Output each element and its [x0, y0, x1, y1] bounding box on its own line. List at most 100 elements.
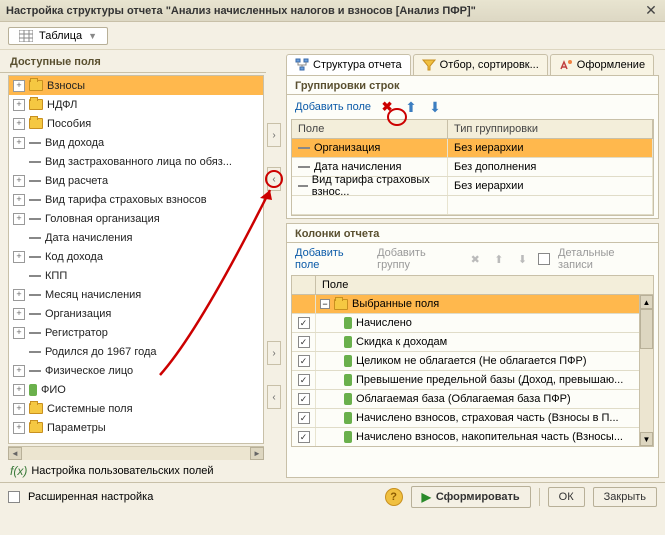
view-mode-button[interactable]: Таблица ▼ [8, 27, 108, 45]
table-row[interactable]: ✓Начислено взносов, накопительная часть … [292, 428, 653, 447]
structure-icon [295, 58, 309, 72]
expand-icon[interactable]: + [13, 194, 25, 206]
expand-icon[interactable]: + [13, 213, 25, 225]
table-row[interactable]: ✓Целиком не облагается (Не облагается ПФ… [292, 352, 653, 371]
help-icon[interactable]: ? [385, 488, 403, 506]
field-icon [298, 166, 310, 168]
column-label: Начислено взносов, страховая часть (Взно… [356, 412, 619, 424]
delete-column-icon[interactable]: ✖ [467, 251, 483, 267]
table-icon [19, 30, 33, 42]
column-checkbox[interactable]: ✓ [298, 317, 310, 329]
extended-settings-checkbox[interactable] [8, 491, 20, 503]
expand-icon[interactable]: + [13, 327, 25, 339]
field-icon [298, 185, 308, 187]
tree-item[interactable]: +Код дохода [9, 247, 263, 266]
tab[interactable]: Отбор, сортировк... [413, 54, 548, 75]
expand-icon[interactable]: + [13, 289, 25, 301]
expand-icon[interactable]: + [13, 175, 25, 187]
table-row[interactable]: ✓ Превышение предельной базы (Доход, прев… [292, 371, 653, 390]
scroll-thumb[interactable] [640, 309, 653, 349]
table-row[interactable]: ✓ Начислено взносов, страховая часть (Взн… [292, 409, 653, 428]
generate-label: Сформировать [436, 491, 520, 503]
tree-item[interactable]: +Вид дохода [9, 133, 263, 152]
scroll-down-icon[interactable]: ▼ [640, 432, 653, 446]
move-right-button[interactable]: › [267, 123, 281, 147]
collapse-icon[interactable]: − [320, 299, 330, 309]
expand-icon[interactable]: + [13, 80, 25, 92]
expand-icon[interactable]: + [13, 422, 25, 434]
expand-icon[interactable]: + [13, 137, 25, 149]
scroll-right-icon[interactable]: ► [250, 447, 264, 460]
move-left-button-2[interactable]: ‹ [267, 385, 281, 409]
move-right-button-2[interactable]: › [267, 341, 281, 365]
generate-button[interactable]: ▶ Сформировать [411, 486, 531, 508]
tree-item[interactable]: +Системные поля [9, 399, 263, 418]
scroll-up-icon[interactable]: ▲ [640, 295, 653, 309]
tree-item[interactable]: +Вид тарифа страховых взносов [9, 190, 263, 209]
expand-icon[interactable]: + [13, 99, 25, 111]
tree-item[interactable]: +Вид расчета [9, 171, 263, 190]
ok-button[interactable]: ОК [548, 487, 585, 507]
tree-item[interactable]: Вид застрахованного лица по обяз... [9, 152, 263, 171]
add-field-link[interactable]: Добавить поле [295, 101, 371, 113]
tree-item[interactable]: +Взносы [9, 76, 263, 95]
tree-item[interactable]: +Параметры [9, 418, 263, 437]
table-row[interactable]: ✓Облагаемая база (Облагаемая база ПФР) [292, 390, 653, 409]
scroll-left-icon[interactable]: ◄ [8, 447, 22, 460]
delete-icon[interactable]: ✖ [379, 99, 395, 115]
column-checkbox[interactable]: ✓ [298, 393, 310, 405]
play-icon: ▶ [422, 490, 431, 504]
groups-grid[interactable]: Поле Тип группировки ОрганизацияБез иера… [291, 119, 654, 216]
tab[interactable]: Структура отчета [286, 54, 411, 75]
horizontal-scrollbar[interactable]: ◄ ► [8, 446, 264, 460]
tree-item[interactable]: Родился до 1967 года [9, 342, 263, 361]
table-row[interactable]: Вид тарифа страховых взнос...Без иерархи… [292, 177, 653, 196]
detailed-records-checkbox[interactable] [538, 253, 550, 265]
groups-header-field: Поле [292, 120, 448, 138]
expand-icon[interactable]: + [13, 308, 25, 320]
column-checkbox[interactable]: ✓ [298, 374, 310, 386]
tree-item[interactable]: +ФИО [9, 380, 263, 399]
add-column-field-link[interactable]: Добавить поле [295, 247, 369, 271]
table-row[interactable]: ✓Скидка к доходам [292, 333, 653, 352]
expand-icon[interactable]: + [13, 251, 25, 263]
tree-item[interactable]: +Пособия [9, 114, 263, 133]
tree-item[interactable]: Дата начисления [9, 228, 263, 247]
expand-icon[interactable]: + [13, 118, 25, 130]
col-move-up-icon[interactable]: ⬆ [491, 251, 507, 267]
move-up-icon[interactable]: ⬆ [403, 99, 419, 115]
user-fields-button[interactable]: f(x) Настройка пользовательских полей [0, 460, 266, 482]
expand-icon[interactable]: + [13, 403, 25, 415]
column-label: Превышение предельной базы (Доход, превы… [356, 374, 623, 386]
close-button[interactable]: Закрыть [593, 487, 657, 507]
column-checkbox[interactable]: ✓ [298, 431, 310, 443]
expand-icon[interactable]: + [13, 365, 25, 377]
add-column-group-link[interactable]: Добавить группу [377, 247, 459, 271]
move-down-icon[interactable]: ⬇ [427, 99, 443, 115]
groups-header-type: Тип группировки [448, 120, 653, 138]
tree-item[interactable]: +Головная организация [9, 209, 263, 228]
close-icon[interactable]: ✕ [643, 3, 659, 19]
tree-item[interactable]: КПП [9, 266, 263, 285]
tree-item[interactable]: +Месяц начисления [9, 285, 263, 304]
field-icon [29, 256, 41, 258]
tree-item[interactable]: +Физическое лицо [9, 361, 263, 380]
columns-grid[interactable]: Поле −Выбранные поля✓Начислено✓Скидка к … [291, 275, 654, 447]
table-row[interactable]: ✓ Начислено [292, 314, 653, 333]
tree-item[interactable]: +НДФЛ [9, 95, 263, 114]
move-left-button[interactable]: ‹ [267, 167, 281, 191]
col-move-down-icon[interactable]: ⬇ [515, 251, 531, 267]
column-checkbox[interactable]: ✓ [298, 412, 310, 424]
vertical-scrollbar[interactable]: ▲ ▼ [639, 295, 653, 446]
column-label: Начислено [356, 317, 412, 329]
table-row[interactable]: ОрганизацияБез иерархии [292, 139, 653, 158]
column-checkbox[interactable]: ✓ [298, 336, 310, 348]
tab[interactable]: Оформление [550, 54, 654, 75]
table-row[interactable]: −Выбранные поля [292, 295, 653, 314]
tree-item[interactable]: +Регистратор [9, 323, 263, 342]
attribute-icon [344, 374, 352, 386]
tree-item[interactable]: +Организация [9, 304, 263, 323]
fields-tree[interactable]: +Взносы+НДФЛ+Пособия+Вид доходаВид застр… [8, 75, 264, 444]
column-checkbox[interactable]: ✓ [298, 355, 310, 367]
expand-icon[interactable]: + [13, 384, 25, 396]
